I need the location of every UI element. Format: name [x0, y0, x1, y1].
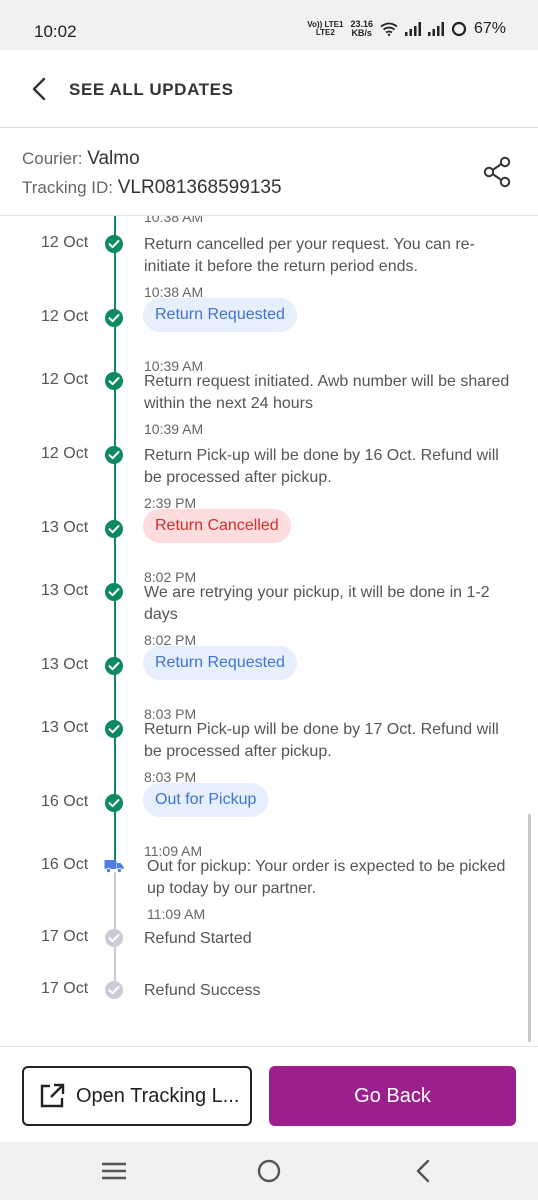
check-circle-icon [105, 520, 123, 538]
status-badge: Return Requested [143, 298, 297, 332]
footer-actions: Open Tracking L... Go Back [0, 1046, 538, 1142]
page-title: SEE ALL UPDATES [69, 80, 234, 99]
event-date: 12 Oct [41, 371, 89, 388]
status-badge: Return Requested [143, 646, 297, 680]
volte-indicator: Vo)) LTE1 LTE2 [307, 20, 344, 37]
event-date: 13 Oct [41, 656, 89, 673]
event-time: 10:39 AM [144, 421, 204, 437]
courier-row: Courier: Valmo [22, 148, 140, 170]
courier-info: Courier: Valmo Tracking ID: VLR081368599… [0, 128, 538, 216]
chevron-left-icon [32, 77, 46, 101]
chevron-left-icon [416, 1159, 430, 1183]
event-time: 11:09 AM [147, 906, 206, 922]
battery-icon [451, 21, 467, 37]
battery-percent: 67% [473, 20, 506, 37]
signal-icon [404, 22, 421, 36]
recent-apps-button[interactable] [97, 1156, 131, 1186]
status-icons: Vo)) LTE1 LTE2 23.16 KB/s 67% [307, 20, 506, 38]
event-date: 16 Oct [41, 793, 89, 810]
home-button[interactable] [252, 1156, 286, 1186]
courier-label: Courier: [22, 149, 83, 168]
system-nav-bar [0, 1142, 538, 1200]
event-date: 17 Oct [41, 980, 89, 997]
pending-check-icon [105, 929, 123, 947]
wifi-icon [380, 22, 398, 36]
menu-icon [102, 1162, 126, 1180]
truck-icon [104, 860, 124, 874]
check-circle-icon [105, 309, 123, 327]
tracking-row: Tracking ID: VLR081368599135 [22, 177, 282, 199]
check-circle-icon [105, 720, 123, 738]
event-description: Return Pick-up will be done by 17 Oct. R… [144, 721, 499, 760]
network-speed: 23.16 KB/s [350, 19, 373, 38]
check-circle-icon [105, 657, 123, 675]
status-bar: 10:02 Vo)) LTE1 LTE2 23.16 KB/s 67% [0, 0, 538, 50]
event-date: 13 Oct [41, 582, 89, 599]
system-back-button[interactable] [407, 1156, 441, 1186]
event-date: 12 Oct [41, 308, 89, 325]
open-tracking-label: Open Tracking L... [76, 1084, 240, 1107]
event-date: 16 Oct [41, 856, 89, 873]
event-description: We are retrying your pickup, it will be … [144, 584, 490, 623]
event-description: Refund Started [144, 930, 252, 947]
event-description: Refund Success [144, 982, 261, 999]
pending-check-icon [105, 981, 123, 999]
share-button[interactable] [482, 156, 512, 188]
app-header: SEE ALL UPDATES [0, 50, 538, 128]
status-badge: Return Cancelled [143, 509, 291, 543]
event-time: 10:38 AM [144, 216, 204, 225]
check-circle-icon [105, 235, 123, 253]
scrollbar[interactable] [528, 814, 531, 1042]
event-description: Return cancelled per your request. You c… [144, 236, 475, 275]
event-date: 13 Oct [41, 519, 89, 536]
signal-icon-2 [427, 22, 444, 36]
event-description: Return request initiated. Awb number wil… [144, 373, 510, 412]
check-circle-icon [105, 446, 123, 464]
tracking-label: Tracking ID: [22, 178, 114, 197]
check-circle-icon [105, 372, 123, 390]
event-date: 12 Oct [41, 234, 89, 251]
event-date: 17 Oct [41, 928, 89, 945]
back-button[interactable] [24, 72, 54, 106]
status-time: 10:02 [34, 22, 77, 41]
go-back-button[interactable]: Go Back [269, 1066, 516, 1126]
tracking-timeline: 10:38 AM 12 Oct Return cancelled per your… [0, 216, 538, 1046]
status-badge: Out for Pickup [143, 783, 269, 817]
home-circle-icon [257, 1159, 281, 1183]
external-link-icon [40, 1083, 65, 1108]
check-circle-icon [105, 583, 123, 601]
event-date: 12 Oct [41, 445, 89, 462]
event-description: Out for pickup: Your order is expected t… [147, 858, 506, 897]
share-icon [483, 156, 511, 188]
event-description: Return Pick-up will be done by 16 Oct. R… [144, 447, 499, 486]
tracking-id: VLR081368599135 [117, 177, 282, 198]
event-date: 13 Oct [41, 719, 89, 736]
open-tracking-link-button[interactable]: Open Tracking L... [22, 1066, 252, 1126]
courier-name: Valmo [87, 148, 140, 169]
check-circle-icon [105, 794, 123, 812]
